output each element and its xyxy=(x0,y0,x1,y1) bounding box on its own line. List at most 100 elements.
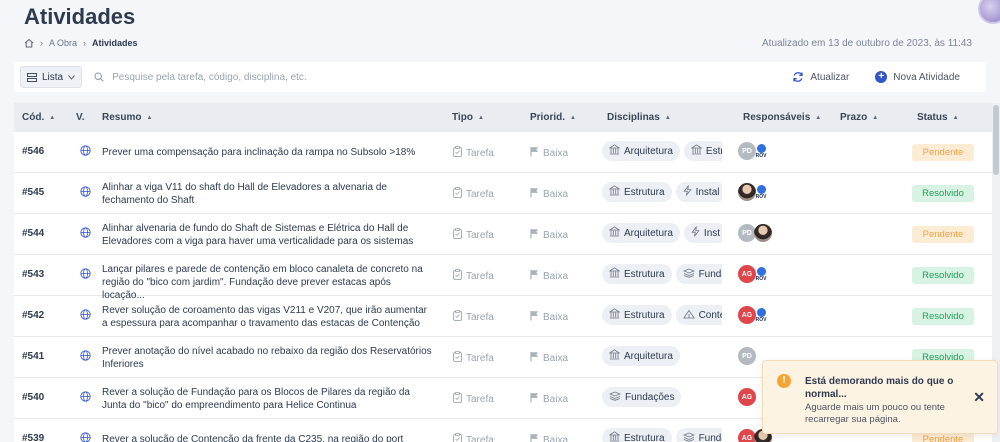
table-row[interactable]: #543 Lançar pilares e parede de contenção… xyxy=(14,255,992,301)
table-row[interactable]: #546 Prever uma compensação para inclinaç… xyxy=(14,132,992,173)
row-disciplines: Fundações xyxy=(602,387,722,409)
globe-icon[interactable] xyxy=(80,145,91,159)
table-header: Cód. ▲ V. Resumo ▲ Tipo ▲ Priorid. ▲ Discipl… xyxy=(14,103,992,132)
discipline-chip[interactable]: Arquitetura xyxy=(602,141,680,161)
row-summary[interactable]: Prever uma compensação para inclinação d… xyxy=(102,146,432,159)
avatar[interactable]: ROV xyxy=(754,142,768,160)
avatar[interactable]: ROV xyxy=(754,306,768,324)
row-summary[interactable]: Alinhar alvenaria de fundo do Shaft de S… xyxy=(102,222,432,248)
discipline-label: Fundações xyxy=(625,391,675,403)
row-summary[interactable]: Rever a solução de Contenção da frente d… xyxy=(102,433,432,442)
view-mode-label: Lista xyxy=(42,71,64,83)
discipline-chip[interactable]: Funda xyxy=(675,428,722,442)
table-row[interactable]: #544 Alinhar alvenaria de fundo do Shaft … xyxy=(14,214,992,255)
search-input[interactable]: Pesquise pela tarefa, código, disciplina… xyxy=(94,72,792,83)
table-row[interactable]: #545 Alinhar a viga V11 do shaft do Hall … xyxy=(14,173,992,214)
avatar[interactable]: PD xyxy=(738,347,756,365)
view-mode-select[interactable]: Lista xyxy=(20,66,83,88)
status-badge[interactable]: Resolvido xyxy=(912,185,974,202)
clipboard-icon xyxy=(453,187,462,201)
discipline-chip[interactable]: Arquitetura xyxy=(602,346,680,366)
clipboard-icon xyxy=(453,351,462,365)
row-summary[interactable]: Prever anotação do nível acabado no reba… xyxy=(102,345,432,371)
sort-icon: ▲ xyxy=(570,114,576,121)
avatar-logo-text: ROV xyxy=(755,316,767,323)
globe-icon[interactable] xyxy=(80,186,91,200)
row-code[interactable]: #541 xyxy=(22,351,44,362)
globe-icon[interactable] xyxy=(80,309,91,323)
globe-icon[interactable] xyxy=(80,432,91,442)
avatar-logo-text: ROV xyxy=(755,275,767,282)
discipline-chip[interactable]: Estrutura xyxy=(602,428,672,442)
status-badge[interactable]: Resolvido xyxy=(912,308,974,325)
scrollbar-thumb[interactable] xyxy=(993,105,999,175)
globe-icon[interactable] xyxy=(80,227,91,241)
row-code[interactable]: #545 xyxy=(22,187,44,198)
col-v[interactable]: V. xyxy=(76,112,85,123)
row-summary[interactable]: Alinhar a viga V11 do shaft do Hall de E… xyxy=(102,181,432,207)
toast-body: Aguarde mais um pouco ou tente recarrega… xyxy=(805,402,945,425)
row-responsible: PD ROV xyxy=(738,142,768,160)
sort-icon: ▲ xyxy=(146,114,153,121)
row-code[interactable]: #542 xyxy=(22,310,44,321)
globe-icon[interactable] xyxy=(80,268,91,282)
status-badge[interactable]: Pendente xyxy=(912,144,974,161)
home-icon[interactable] xyxy=(24,38,34,48)
row-disciplines: Estrutura Funda xyxy=(602,264,722,286)
row-responsible: PD xyxy=(738,224,772,242)
row-summary[interactable]: Rever a solução de Fundação para os Bloc… xyxy=(102,386,432,412)
row-code[interactable]: #544 xyxy=(22,228,44,239)
avatar-logo-text: ROV xyxy=(755,152,767,159)
globe-icon[interactable] xyxy=(80,350,91,364)
discipline-chip[interactable]: Fundações xyxy=(602,387,682,407)
building-icon xyxy=(608,431,621,442)
close-icon[interactable]: ✕ xyxy=(973,389,985,406)
flag-icon xyxy=(530,146,539,160)
col-type[interactable]: Tipo ▲ xyxy=(452,112,484,123)
flag-icon xyxy=(530,228,539,242)
row-code[interactable]: #540 xyxy=(22,392,44,403)
status-badge[interactable]: Pendente xyxy=(912,226,974,243)
row-code[interactable]: #546 xyxy=(22,146,44,157)
col-priority[interactable]: Priorid. ▲ xyxy=(530,112,576,123)
status-badge[interactable]: Resolvido xyxy=(912,267,974,284)
new-activity-button[interactable]: + Nova Atividade xyxy=(875,71,960,83)
row-type: Tarefa xyxy=(453,269,494,283)
globe-icon[interactable] xyxy=(80,391,91,405)
building-icon xyxy=(608,144,621,158)
row-summary[interactable]: Rever solução de coroamento das vigas V2… xyxy=(102,304,432,330)
col-code[interactable]: Cód. ▲ xyxy=(22,112,55,123)
discipline-label: Estrutura xyxy=(624,268,665,280)
discipline-chip[interactable]: Estru xyxy=(683,141,722,161)
row-code[interactable]: #543 xyxy=(22,269,44,280)
discipline-chip[interactable]: Estrutura xyxy=(602,305,672,325)
breadcrumb-item-obra[interactable]: A Obra xyxy=(49,38,77,48)
clipboard-icon xyxy=(453,310,462,324)
avatar[interactable]: ROV xyxy=(754,265,768,283)
row-type: Tarefa xyxy=(453,310,494,324)
table-row[interactable]: #542 Rever solução de coroamento das viga… xyxy=(14,296,992,337)
toast-title: Está demorando mais do que o normal... xyxy=(805,376,954,400)
discipline-chip[interactable]: Estrutura xyxy=(602,264,672,284)
col-disciplines[interactable]: Disciplinas ▲ xyxy=(607,112,671,123)
user-avatar[interactable] xyxy=(978,0,1000,24)
row-type-label: Tarefa xyxy=(466,188,494,200)
avatar[interactable]: AG xyxy=(738,388,756,406)
discipline-chip[interactable]: Arquitetura xyxy=(602,223,680,243)
col-deadline[interactable]: Prazo ▲ xyxy=(840,112,878,123)
avatar[interactable]: ROV xyxy=(754,183,768,201)
row-priority: Baixa xyxy=(530,146,568,160)
avatar[interactable] xyxy=(754,224,772,242)
col-summary[interactable]: Resumo ▲ xyxy=(102,112,152,123)
row-code[interactable]: #539 xyxy=(22,433,44,442)
col-status[interactable]: Status ▲ xyxy=(917,112,959,123)
refresh-button[interactable]: Atualizar xyxy=(792,71,849,83)
row-priority: Baixa xyxy=(530,310,568,324)
discipline-chip[interactable]: Instal xyxy=(675,182,722,202)
discipline-chip[interactable]: Conte xyxy=(675,305,722,325)
discipline-chip[interactable]: Inst xyxy=(683,223,722,243)
col-responsible[interactable]: Responsáveis ▲ xyxy=(743,112,821,123)
discipline-chip[interactable]: Estrutura xyxy=(602,182,672,202)
discipline-label: Conte xyxy=(698,309,722,321)
discipline-chip[interactable]: Funda xyxy=(675,264,722,284)
